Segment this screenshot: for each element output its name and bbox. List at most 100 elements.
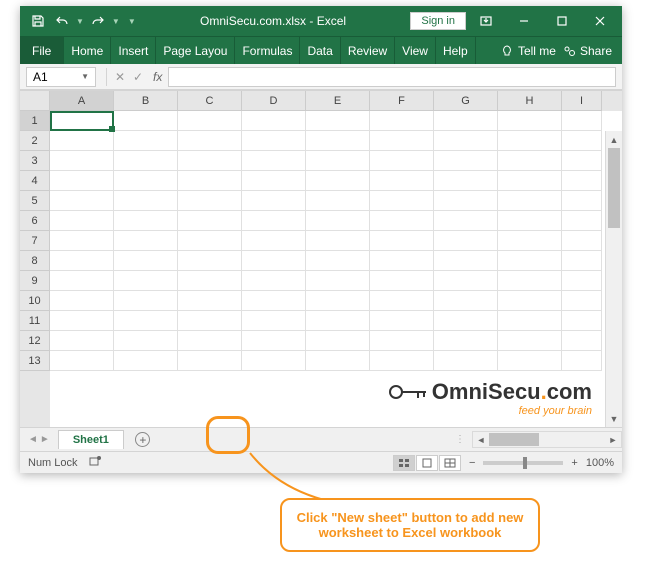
row-header[interactable]: 12 bbox=[20, 331, 50, 351]
row-header[interactable]: 4 bbox=[20, 171, 50, 191]
cell[interactable] bbox=[562, 271, 602, 291]
cell[interactable] bbox=[306, 111, 370, 131]
cell[interactable] bbox=[114, 251, 178, 271]
scroll-right-icon[interactable]: ► bbox=[605, 435, 621, 445]
cell[interactable] bbox=[114, 231, 178, 251]
cell[interactable] bbox=[50, 291, 114, 311]
cell[interactable] bbox=[562, 131, 602, 151]
cell[interactable] bbox=[242, 251, 306, 271]
share-button[interactable]: Share bbox=[562, 44, 612, 58]
page-break-view-icon[interactable] bbox=[439, 455, 461, 471]
cell[interactable] bbox=[242, 351, 306, 371]
cell[interactable] bbox=[498, 131, 562, 151]
cell[interactable] bbox=[370, 311, 434, 331]
cell[interactable] bbox=[306, 151, 370, 171]
cell[interactable] bbox=[562, 231, 602, 251]
tellme-button[interactable]: Tell me bbox=[500, 44, 556, 58]
cell[interactable] bbox=[178, 271, 242, 291]
cell[interactable] bbox=[434, 271, 498, 291]
cell[interactable] bbox=[370, 211, 434, 231]
scroll-left-icon[interactable]: ◄ bbox=[473, 435, 489, 445]
cell[interactable] bbox=[370, 271, 434, 291]
tab-formulas[interactable]: Formulas bbox=[235, 37, 300, 64]
cell[interactable] bbox=[178, 311, 242, 331]
select-all-corner[interactable] bbox=[20, 91, 50, 111]
cell[interactable] bbox=[370, 351, 434, 371]
cell[interactable] bbox=[306, 211, 370, 231]
cell[interactable] bbox=[370, 151, 434, 171]
row-header[interactable]: 8 bbox=[20, 251, 50, 271]
cell[interactable] bbox=[50, 211, 114, 231]
zoom-slider[interactable] bbox=[483, 461, 563, 465]
cell[interactable] bbox=[562, 251, 602, 271]
tab-review[interactable]: Review bbox=[341, 37, 395, 64]
undo-dropdown-icon[interactable]: ▼ bbox=[76, 17, 84, 26]
cell[interactable] bbox=[50, 191, 114, 211]
cell[interactable] bbox=[242, 291, 306, 311]
zoom-out-icon[interactable]: − bbox=[469, 457, 475, 469]
cell[interactable] bbox=[306, 331, 370, 351]
cell[interactable] bbox=[562, 171, 602, 191]
col-header[interactable]: F bbox=[370, 91, 434, 111]
cell[interactable] bbox=[498, 331, 562, 351]
cell[interactable] bbox=[434, 351, 498, 371]
cell[interactable] bbox=[434, 211, 498, 231]
cell[interactable] bbox=[562, 151, 602, 171]
row-header[interactable]: 7 bbox=[20, 231, 50, 251]
col-header[interactable]: G bbox=[434, 91, 498, 111]
tab-file[interactable]: File bbox=[20, 37, 64, 64]
scroll-down-icon[interactable]: ▼ bbox=[606, 410, 622, 427]
cell[interactable] bbox=[370, 291, 434, 311]
col-header[interactable]: B bbox=[114, 91, 178, 111]
cell[interactable] bbox=[434, 191, 498, 211]
cell[interactable] bbox=[562, 331, 602, 351]
cell[interactable] bbox=[114, 211, 178, 231]
cell[interactable] bbox=[178, 151, 242, 171]
cell[interactable] bbox=[498, 211, 562, 231]
cell[interactable] bbox=[50, 271, 114, 291]
cell[interactable] bbox=[562, 191, 602, 211]
cell[interactable] bbox=[114, 271, 178, 291]
undo-icon[interactable] bbox=[52, 11, 72, 31]
cell[interactable] bbox=[498, 291, 562, 311]
cell[interactable] bbox=[50, 131, 114, 151]
row-header[interactable]: 3 bbox=[20, 151, 50, 171]
name-box-dropdown-icon[interactable]: ▼ bbox=[81, 72, 89, 81]
row-header[interactable]: 6 bbox=[20, 211, 50, 231]
cell[interactable] bbox=[562, 311, 602, 331]
cell[interactable] bbox=[114, 291, 178, 311]
cell[interactable] bbox=[498, 351, 562, 371]
tab-insert[interactable]: Insert bbox=[111, 37, 156, 64]
cell[interactable] bbox=[178, 291, 242, 311]
row-header[interactable]: 1 bbox=[20, 111, 50, 131]
cell[interactable] bbox=[370, 171, 434, 191]
cell[interactable] bbox=[306, 351, 370, 371]
row-header[interactable]: 9 bbox=[20, 271, 50, 291]
cell[interactable] bbox=[242, 211, 306, 231]
row-header[interactable]: 11 bbox=[20, 311, 50, 331]
cell[interactable] bbox=[370, 231, 434, 251]
cell[interactable] bbox=[306, 271, 370, 291]
cell[interactable] bbox=[306, 131, 370, 151]
cell[interactable] bbox=[50, 331, 114, 351]
col-header[interactable]: E bbox=[306, 91, 370, 111]
maximize-icon[interactable] bbox=[544, 6, 580, 36]
cell[interactable] bbox=[434, 311, 498, 331]
cell[interactable] bbox=[114, 311, 178, 331]
scroll-thumb[interactable] bbox=[608, 148, 620, 228]
cell[interactable] bbox=[562, 291, 602, 311]
cell[interactable] bbox=[434, 131, 498, 151]
macro-record-icon[interactable] bbox=[88, 454, 102, 471]
cell[interactable] bbox=[50, 171, 114, 191]
tab-help[interactable]: Help bbox=[436, 37, 476, 64]
cancel-icon[interactable]: ✕ bbox=[111, 70, 129, 84]
cells-area[interactable]: // generate blank cells structurally (no… bbox=[50, 111, 622, 427]
row-header[interactable]: 2 bbox=[20, 131, 50, 151]
tab-data[interactable]: Data bbox=[300, 37, 340, 64]
cell[interactable] bbox=[434, 291, 498, 311]
close-icon[interactable] bbox=[582, 6, 618, 36]
cell[interactable] bbox=[114, 191, 178, 211]
cell[interactable] bbox=[434, 231, 498, 251]
cell[interactable] bbox=[114, 111, 178, 131]
cell[interactable] bbox=[242, 191, 306, 211]
